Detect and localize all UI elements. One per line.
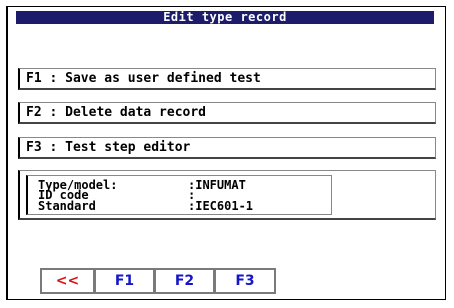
menu-item-test-step-editor[interactable]: F3 : Test step editor: [18, 137, 436, 159]
standard-label: Standard: [38, 199, 96, 213]
function-key-bar: << F1 F2 F3: [40, 268, 276, 294]
record-info-panel: Type/model: :INFUMAT ID code : Standard …: [18, 170, 436, 220]
record-info-inner: Type/model: :INFUMAT ID code : Standard …: [26, 175, 332, 215]
window-title: Edit type record: [16, 11, 434, 24]
menu-item-save-user-test[interactable]: F1 : Save as user defined test: [18, 68, 436, 90]
type-model-value: :INFUMAT: [188, 178, 246, 192]
menu-item-delete-record[interactable]: F2 : Delete data record: [18, 102, 436, 124]
f3-button[interactable]: F3: [214, 268, 276, 294]
f1-button[interactable]: F1: [94, 268, 154, 294]
back-button[interactable]: <<: [40, 268, 94, 294]
standard-value: :IEC601-1: [188, 199, 254, 213]
f2-button[interactable]: F2: [154, 268, 214, 294]
